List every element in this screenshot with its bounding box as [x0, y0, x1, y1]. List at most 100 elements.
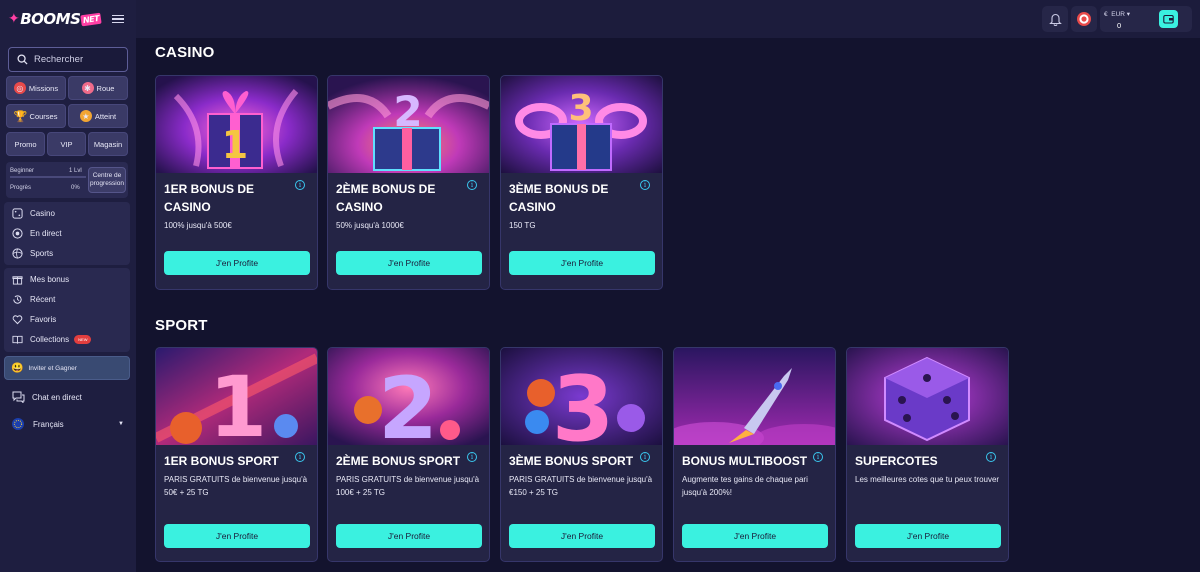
vip-button[interactable]: VIP: [47, 132, 86, 156]
casino-bonus-card: 2 2ÈME BONUS DE CASINO i 50% jusqu'à 100…: [327, 75, 490, 290]
card-description: PARIS GRATUITS de bienvenue jusqu'à 100€…: [336, 475, 480, 497]
medal-icon: ★: [79, 110, 92, 122]
search-input[interactable]: Rechercher: [8, 47, 128, 72]
roue-button[interactable]: ✱ Roue: [68, 76, 128, 100]
trophy-icon: 🏆: [13, 110, 28, 123]
balance-amount: 0: [1117, 21, 1122, 30]
claim-button[interactable]: J'en Profite: [509, 251, 655, 275]
claim-button[interactable]: J'en Profite: [509, 524, 655, 548]
sport-section-title: SPORT: [155, 317, 208, 334]
atteint-button[interactable]: ★ Atteint: [68, 104, 128, 128]
missions-button[interactable]: ◎ Missions: [6, 76, 66, 100]
missions-top-button[interactable]: [1071, 6, 1097, 32]
info-icon[interactable]: i: [986, 452, 996, 462]
target-icon: ◎: [13, 82, 26, 94]
notifications-button[interactable]: [1042, 6, 1068, 32]
svg-text:2: 2: [378, 359, 438, 445]
live-chat-button[interactable]: Chat en direct: [12, 391, 82, 403]
search-placeholder: Rechercher: [34, 54, 84, 65]
nav-label-casino: Casino: [30, 208, 55, 218]
info-icon[interactable]: i: [295, 180, 305, 190]
nav-item-favorites[interactable]: Favoris: [4, 309, 130, 329]
sport-bonus-card: 1 1ER BONUS SPORT i PARIS GRATUITS de bi…: [155, 347, 318, 562]
claim-button[interactable]: J'en Profite: [336, 251, 482, 275]
info-icon[interactable]: i: [295, 452, 305, 462]
nav-item-sports[interactable]: Sports: [4, 243, 130, 263]
claim-button[interactable]: J'en Profite: [164, 251, 310, 275]
invite-button[interactable]: 😃 Inviter et Gagner: [4, 356, 130, 380]
info-icon[interactable]: i: [467, 180, 477, 190]
language-select[interactable]: Français ▼: [12, 418, 124, 430]
nav-item-bonus[interactable]: Mes bonus: [4, 269, 130, 289]
info-icon[interactable]: i: [640, 180, 650, 190]
claim-button[interactable]: J'en Profite: [164, 524, 310, 548]
courses-label: Courses: [29, 111, 58, 121]
progression-center-button[interactable]: Centre de progression: [88, 167, 126, 193]
level-number: 1 Lvl: [69, 168, 82, 174]
deposit-button[interactable]: [1159, 10, 1178, 28]
card-description: PARIS GRATUITS de bienvenue jusqu'à 50€ …: [164, 475, 308, 497]
info-icon[interactable]: i: [640, 452, 650, 462]
language-label: Français: [33, 419, 64, 429]
currency-label: EUR: [1111, 11, 1125, 18]
book-icon: [12, 334, 23, 345]
card-title: BONUS MULTIBOOST: [682, 454, 808, 468]
sport-2-illustration: 2: [328, 348, 489, 445]
svg-text:3: 3: [552, 357, 615, 445]
roue-label: Roue: [96, 83, 115, 93]
progress-value: 0%: [71, 185, 80, 191]
nav-item-casino[interactable]: Casino: [4, 203, 130, 223]
casino-bonus-card: 3 3ÈME BONUS DE CASINO i 150 TG J'en Pro…: [500, 75, 663, 290]
card-description: PARIS GRATUITS de bienvenue jusqu'à €150…: [509, 475, 653, 497]
nav-item-live[interactable]: En direct: [4, 223, 130, 243]
casino-bonus-card: 1 1ER BONUS DE CASINO i 100% jusqu'à 500…: [155, 75, 318, 290]
menu-icon[interactable]: [112, 14, 124, 24]
svg-text:1: 1: [209, 358, 267, 445]
vip-label: VIP: [60, 139, 73, 149]
claim-button[interactable]: J'en Profite: [336, 524, 482, 548]
heart-icon: [12, 314, 23, 325]
nav-label-recent: Récent: [30, 294, 56, 304]
nav-label-live: En direct: [30, 228, 62, 238]
casino-section-title: CASINO: [155, 44, 215, 61]
atteint-label: Atteint: [94, 111, 117, 121]
nav-item-collections[interactable]: Collections NEW: [4, 329, 130, 349]
progression-center-label: Centre de progression: [90, 172, 124, 187]
card-description: Les meilleures cotes que tu peux trouver: [855, 475, 1000, 484]
sport-bonus-card: 3 3ÈME BONUS SPORT i PARIS GRATUITS de b…: [500, 347, 663, 562]
live-icon: [12, 227, 23, 239]
target-icon: [1077, 12, 1091, 26]
sidebar: ✦ BOOMS NET Rechercher ◎ Missions ✱ Roue…: [0, 0, 136, 572]
promo-label: Promo: [14, 139, 37, 149]
card-description: Augmente tes gains de chaque pari jusqu'…: [682, 475, 808, 497]
logo[interactable]: ✦ BOOMS NET: [8, 10, 103, 28]
sport-1-illustration: 1: [156, 348, 317, 445]
gift-3-illustration: 3: [501, 76, 662, 173]
card-title: 1ER BONUS SPORT: [164, 454, 279, 468]
nav-item-recent[interactable]: Récent: [4, 289, 130, 309]
info-icon[interactable]: i: [467, 452, 477, 462]
logo-mark-icon: ✦: [8, 11, 20, 27]
info-icon[interactable]: i: [813, 452, 823, 462]
level-box: Beginner 1 Lvl Progrès 0% Centre de prog…: [6, 162, 128, 198]
currency-select[interactable]: € EUR ▾: [1104, 10, 1130, 18]
logo-suffix: NET: [80, 12, 103, 26]
quick-row-3: Promo VIP Magasin: [6, 132, 128, 156]
courses-button[interactable]: 🏆 Courses: [6, 104, 66, 128]
card-title: SUPERCOTES: [855, 454, 938, 468]
promo-button[interactable]: Promo: [6, 132, 45, 156]
chevron-down-icon: ▼: [118, 421, 124, 427]
wallet[interactable]: € EUR ▾ 0: [1100, 6, 1192, 32]
gift-icon: [12, 274, 23, 285]
card-title: 2ÈME BONUS SPORT: [336, 454, 461, 468]
claim-button[interactable]: J'en Profite: [855, 524, 1001, 548]
sport-3-illustration: 3: [501, 348, 662, 445]
invite-label: Inviter et Gagner: [28, 364, 77, 372]
logo-row: ✦ BOOMS NET: [0, 0, 136, 38]
svg-text:2: 2: [393, 87, 422, 136]
claim-button[interactable]: J'en Profite: [682, 524, 828, 548]
card-title: 3ÈME BONUS SPORT: [509, 454, 634, 468]
card-description: 100% jusqu'à 500€: [164, 221, 232, 230]
nav-label-favorites: Favoris: [30, 314, 57, 324]
magasin-button[interactable]: Magasin: [88, 132, 128, 156]
